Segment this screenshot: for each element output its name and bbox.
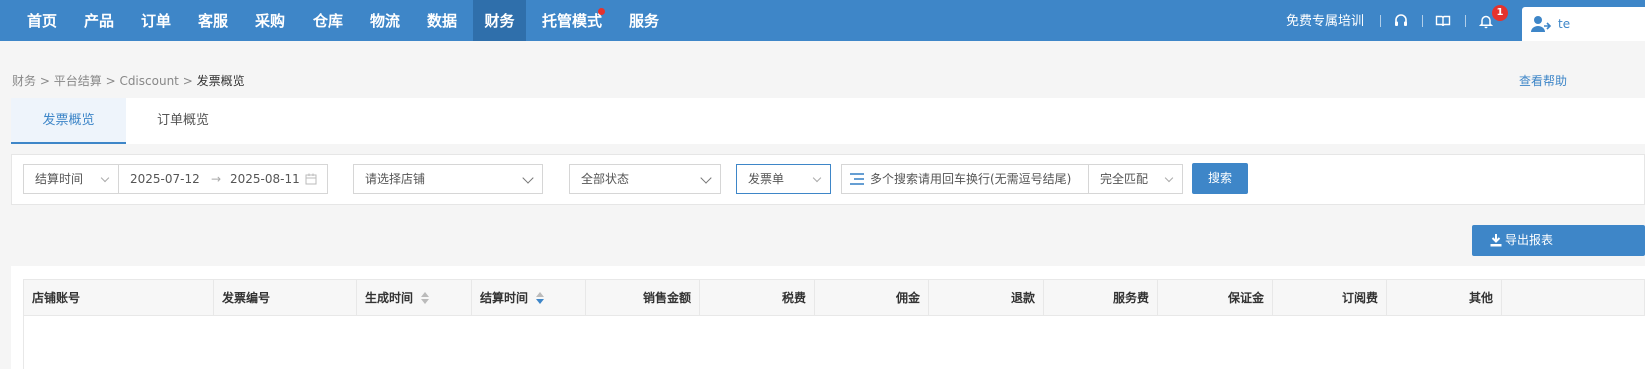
user-menu[interactable]: te [1522, 7, 1645, 41]
notification-badge: 1 [1492, 5, 1508, 21]
nav-item-products[interactable]: 产品 [74, 0, 124, 41]
breadcrumb-current: 发票概览 [196, 74, 245, 88]
nav-item-orders[interactable]: 订单 [131, 0, 181, 41]
col-settlement-time-label: 结算时间 [480, 291, 529, 305]
chevron-down-icon [700, 172, 712, 184]
breadcrumb-item-finance[interactable]: 财务 [12, 74, 36, 88]
match-mode-select[interactable]: 完全匹配 [1088, 164, 1183, 194]
chevron-down-icon [812, 173, 822, 183]
col-refund: 退款 [929, 280, 1044, 316]
col-sales-amount: 销售金额 [586, 280, 700, 316]
nav-item-service[interactable]: 服务 [620, 0, 668, 41]
export-report-label: 导出报表 [1505, 233, 1554, 247]
arrow-right-icon: → [211, 172, 222, 186]
sort-desc-icon[interactable] [536, 292, 544, 304]
calendar-icon [305, 173, 317, 185]
col-deposit: 保证金 [1158, 280, 1273, 316]
search-input-placeholder: 多个搜索请用回车换行(无需逗号结尾) [870, 172, 1072, 186]
start-date[interactable]: 2025-07-12 [130, 165, 200, 193]
time-type-value: 结算时间 [35, 172, 84, 186]
top-nav: 首页 产品 订单 客服 采购 仓库 物流 数据 财务 托管模式 服务 免费专属培… [0, 0, 1645, 41]
nav-item-home[interactable]: 首页 [17, 0, 67, 41]
col-subscription-fee: 订阅费 [1273, 280, 1387, 316]
search-button[interactable]: 搜索 [1192, 163, 1248, 194]
nav-item-purchase[interactable]: 采购 [245, 0, 295, 41]
book-icon[interactable] [1435, 13, 1451, 29]
divider [1465, 15, 1466, 27]
col-extra [1502, 280, 1645, 316]
nav-item-finance[interactable]: 财务 [473, 0, 526, 41]
match-mode-value: 完全匹配 [1100, 172, 1149, 186]
multi-line-list-icon [850, 173, 864, 185]
sort-icon[interactable] [421, 292, 429, 304]
download-icon [1490, 234, 1502, 247]
status-value: 全部状态 [581, 172, 630, 186]
col-other: 其他 [1387, 280, 1502, 316]
user-name: te [1558, 17, 1571, 31]
col-commission: 佣金 [815, 280, 929, 316]
col-tax: 税费 [700, 280, 815, 316]
nav-item-logistics[interactable]: 物流 [360, 0, 410, 41]
search-input[interactable]: 多个搜索请用回车换行(无需逗号结尾) [841, 164, 1089, 194]
export-report-button[interactable]: 导出报表 [1472, 225, 1645, 256]
breadcrumb-separator-icon: > [39, 74, 54, 88]
table-header: 店铺账号 发票编号 生成时间 结算时间 销售金额 税费 佣金 退款 服务费 保证… [23, 279, 1645, 316]
chevron-down-icon [100, 173, 110, 183]
divider [1422, 15, 1423, 27]
col-service-fee: 服务费 [1044, 280, 1158, 316]
shop-select-placeholder: 请选择店铺 [365, 172, 426, 186]
table-body [23, 316, 1645, 369]
divider [1380, 15, 1381, 27]
free-training-link[interactable]: 免费专属培训 [1286, 0, 1364, 41]
breadcrumb-separator-icon: > [182, 74, 197, 88]
date-range-picker[interactable]: 2025-07-12 → 2025-08-11 [118, 164, 328, 194]
chevron-down-icon [1164, 173, 1174, 183]
user-icon [1531, 16, 1552, 32]
doc-type-select[interactable]: 发票单 [736, 164, 831, 194]
shop-select[interactable]: 请选择店铺 [353, 164, 543, 194]
filter-bar: 结算时间 2025-07-12 → 2025-08-11 请选择店铺 全部状态 … [11, 154, 1645, 205]
nav-item-managed-mode[interactable]: 托管模式 [535, 0, 609, 41]
tab-bar: 发票概览 订单概览 [11, 98, 1645, 144]
breadcrumb-item-cdiscount[interactable]: Cdiscount [119, 74, 178, 88]
end-date[interactable]: 2025-08-11 [230, 165, 300, 193]
new-dot-indicator [598, 8, 605, 15]
status-select[interactable]: 全部状态 [569, 164, 721, 194]
col-generated-time-label: 生成时间 [365, 291, 414, 305]
doc-type-value: 发票单 [748, 172, 785, 186]
col-invoice-number: 发票编号 [214, 280, 357, 316]
nav-item-warehouse[interactable]: 仓库 [303, 0, 353, 41]
col-generated-time[interactable]: 生成时间 [357, 280, 472, 316]
nav-item-customer-service[interactable]: 客服 [188, 0, 238, 41]
nav-item-data[interactable]: 数据 [417, 0, 467, 41]
col-settlement-time[interactable]: 结算时间 [472, 280, 586, 316]
headset-icon[interactable] [1393, 13, 1409, 29]
tab-invoice-overview[interactable]: 发票概览 [11, 98, 126, 144]
time-type-select[interactable]: 结算时间 [23, 164, 119, 194]
breadcrumb-item-platform-settlement[interactable]: 平台结算 [54, 74, 102, 88]
chevron-down-icon [522, 172, 534, 184]
col-shop-account: 店铺账号 [24, 280, 214, 316]
tab-order-overview[interactable]: 订单概览 [135, 98, 231, 144]
breadcrumb: 财务 > 平台结算 > Cdiscount > 发票概览 [12, 72, 245, 89]
view-help-link[interactable]: 查看帮助 [1519, 72, 1567, 89]
breadcrumb-separator-icon: > [105, 74, 120, 88]
